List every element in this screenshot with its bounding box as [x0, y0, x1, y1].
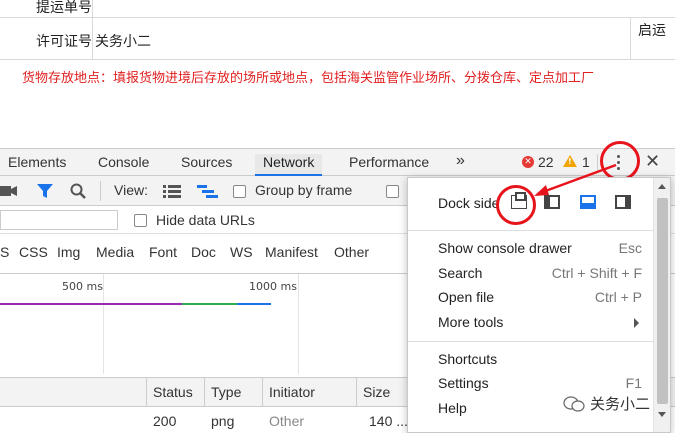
- header-initiator[interactable]: Initiator: [269, 384, 315, 400]
- hide-data-urls-checkbox[interactable]: [134, 214, 147, 227]
- search-icon[interactable]: [70, 183, 86, 199]
- divider: [630, 18, 631, 59]
- type-filter-media[interactable]: Media: [96, 244, 134, 260]
- tab-sources[interactable]: Sources: [181, 154, 232, 170]
- label-license-number: 许可证号: [36, 34, 92, 50]
- type-filter-css[interactable]: CSS: [19, 244, 48, 260]
- timeline-bar-blue: [237, 303, 271, 305]
- timeline-bar-purple: [0, 303, 182, 305]
- shortcut-show-console-drawer: Esc: [618, 240, 642, 256]
- tab-performance[interactable]: Performance: [349, 154, 429, 170]
- type-filter-font[interactable]: Font: [149, 244, 177, 260]
- type-filter-manifest[interactable]: Manifest: [265, 244, 318, 260]
- header-type[interactable]: Type: [211, 384, 241, 400]
- type-filter-ws[interactable]: WS: [230, 244, 253, 260]
- divider: [408, 341, 653, 342]
- gridline: [298, 274, 299, 374]
- row-type: png: [211, 413, 235, 429]
- tab-console[interactable]: Console: [98, 154, 149, 170]
- row-initiator: Other: [269, 413, 305, 429]
- divider: [146, 378, 147, 408]
- group-by-frame-checkbox[interactable]: [233, 185, 246, 198]
- divider: [92, 0, 93, 17]
- timeline-label-1000ms: 1000 ms: [249, 280, 297, 293]
- timeline-label-500ms: 500 ms: [62, 280, 103, 293]
- scroll-up-icon[interactable]: [658, 184, 666, 189]
- group-by-frame-label: Group by frame: [255, 182, 353, 198]
- toolbar-checkbox[interactable]: [386, 185, 399, 198]
- scroll-down-icon[interactable]: [658, 412, 666, 417]
- type-filter-js[interactable]: S: [0, 244, 9, 260]
- wechat-logo-icon: [563, 396, 585, 412]
- dock-side-label: Dock side: [438, 195, 500, 211]
- row-status: 200: [153, 413, 177, 429]
- header-size[interactable]: Size: [363, 384, 390, 400]
- divider: [262, 378, 263, 408]
- more-tabs-icon[interactable]: »: [456, 152, 465, 170]
- divider: [92, 18, 93, 59]
- watermark-text: 关务小二: [590, 395, 651, 413]
- side-label: 启运: [638, 23, 666, 39]
- divider: [204, 378, 205, 408]
- filter-input[interactable]: [0, 210, 118, 230]
- filter-icon[interactable]: [36, 183, 54, 199]
- menu-item-search[interactable]: Search: [438, 265, 482, 281]
- view-label: View:: [114, 182, 148, 198]
- shortcut-settings: F1: [625, 375, 642, 391]
- menu-item-show-console-drawer[interactable]: Show console drawer: [438, 240, 572, 256]
- menu-item-more-tools[interactable]: More tools: [438, 314, 503, 330]
- timeline-bar-green: [182, 303, 237, 305]
- license-value[interactable]: 关务小二: [95, 31, 151, 51]
- type-filter-doc[interactable]: Doc: [191, 244, 216, 260]
- type-filter-img[interactable]: Img: [57, 244, 80, 260]
- gridline: [103, 274, 104, 374]
- annotation-arrow: [534, 163, 617, 196]
- menu-item-settings[interactable]: Settings: [438, 375, 489, 391]
- scroll-thumb[interactable]: [657, 198, 668, 404]
- web-page: 提运单号 许可证号 关务小二 启运 货物存放地点：填报货物进境后存放的场所或地点…: [0, 0, 675, 148]
- waterfall-view-icon[interactable]: [197, 184, 219, 198]
- tab-network[interactable]: Network: [255, 154, 323, 176]
- tab-elements[interactable]: Elements: [8, 154, 66, 170]
- camera-icon[interactable]: [0, 185, 18, 197]
- chevron-right-icon: [634, 318, 639, 328]
- menu-item-help[interactable]: Help: [438, 400, 467, 416]
- header-status[interactable]: Status: [153, 384, 193, 400]
- list-view-icon[interactable]: [163, 184, 181, 198]
- divider: [408, 230, 653, 231]
- shortcut-search: Ctrl + Shift + F: [551, 265, 642, 281]
- form-row-bill: 提运单号: [0, 0, 675, 18]
- menu-item-shortcuts[interactable]: Shortcuts: [438, 351, 497, 367]
- divider: [356, 378, 357, 408]
- storage-location-notice: 货物存放地点：填报货物进境后存放的场所或地点，包括海关监管作业场所、分拨仓库、定…: [22, 71, 595, 86]
- label-bill-number: 提运单号: [36, 0, 92, 16]
- divider: [100, 181, 101, 201]
- close-icon[interactable]: ✕: [645, 151, 660, 172]
- hide-data-urls-label: Hide data URLs: [156, 212, 255, 228]
- shortcut-open-file: Ctrl + P: [594, 289, 642, 305]
- type-filter-other[interactable]: Other: [334, 244, 369, 260]
- row-size: 140 ...: [369, 413, 408, 429]
- menu-item-open-file[interactable]: Open file: [438, 289, 494, 305]
- menu-scrollbar[interactable]: [653, 178, 670, 432]
- form-row-license: 许可证号 关务小二 启运: [0, 18, 675, 60]
